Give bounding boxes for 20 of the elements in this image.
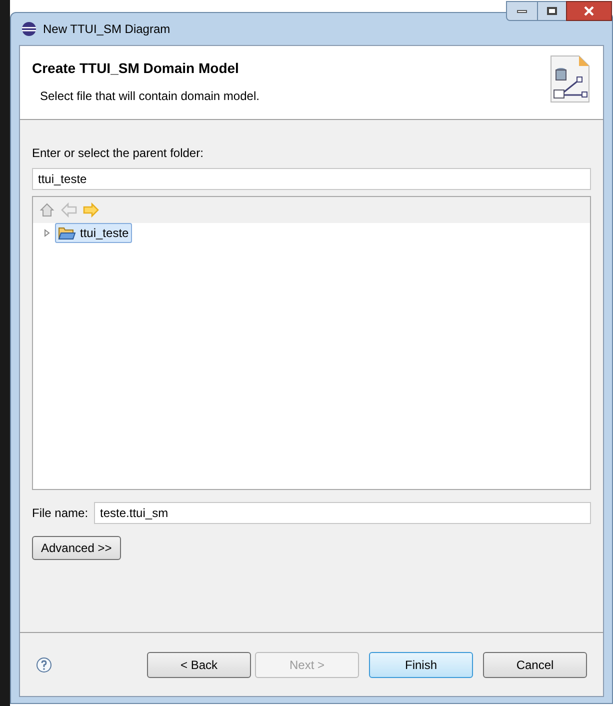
parent-folder-field[interactable]: ttui_teste xyxy=(32,168,591,190)
close-icon xyxy=(584,6,594,16)
tree-item[interactable]: ttui_teste xyxy=(55,223,132,243)
eclipse-logo-icon xyxy=(21,21,37,37)
minimize-button[interactable] xyxy=(506,1,538,21)
expand-arrow-icon[interactable] xyxy=(43,229,51,237)
file-name-field[interactable]: teste.ttui_sm xyxy=(94,502,591,524)
maximize-button[interactable] xyxy=(538,1,566,21)
dialog-button[interactable]: Finish xyxy=(369,652,473,678)
folder-icon xyxy=(58,225,76,241)
parent-folder-label: Enter or select the parent folder: xyxy=(32,145,204,162)
page-title: Create TTUI_SM Domain Model xyxy=(32,59,240,78)
dialog-button[interactable]: < Back xyxy=(147,652,251,678)
advanced-button[interactable]: Advanced >> xyxy=(32,536,121,560)
file-name-label: File name: xyxy=(32,505,88,522)
dialog-button[interactable]: Cancel xyxy=(483,652,587,678)
close-button[interactable] xyxy=(566,1,612,21)
window-title: New TTUI_SM Diagram xyxy=(43,21,170,38)
help-icon[interactable] xyxy=(36,656,52,672)
page-description: Select file that will contain domain model. xyxy=(39,88,260,105)
